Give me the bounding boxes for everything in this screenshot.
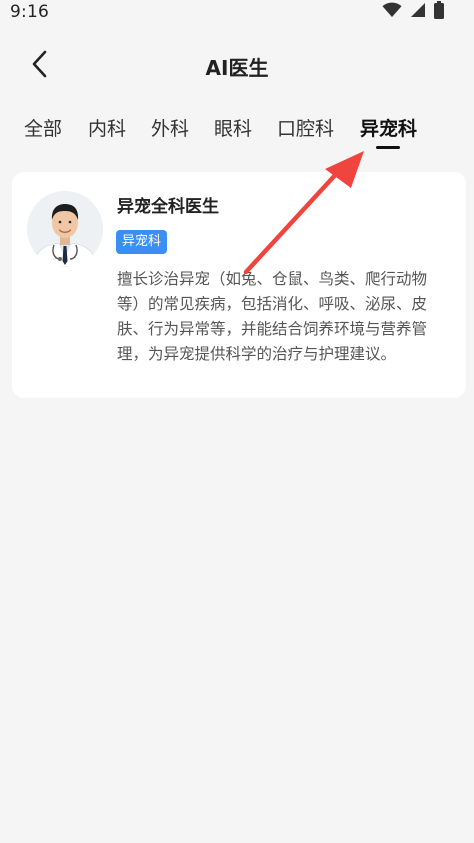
tab-dentistry[interactable]: 口腔科 bbox=[277, 114, 334, 141]
avatar bbox=[27, 191, 103, 267]
category-tabs: 全部 内科 外科 眼科 口腔科 异宠科 bbox=[0, 110, 474, 154]
tab-all[interactable]: 全部 bbox=[24, 114, 62, 141]
screen: 9:16 AI医生 全部 内科 外科 眼科 口腔科 异宠科 异宠全科医生 异宠科… bbox=[0, 0, 474, 843]
doctor-name: 异宠全科医生 bbox=[117, 197, 219, 217]
battery-icon bbox=[434, 1, 444, 23]
header: AI医生 bbox=[0, 42, 474, 90]
doctor-description: 擅长诊治异宠（如兔、仓鼠、鸟类、爬行动物等）的常见疾病，包括消化、呼吸、泌尿、皮… bbox=[117, 270, 428, 363]
department-badge: 异宠科 bbox=[116, 230, 168, 254]
status-bar: 9:16 bbox=[0, 0, 474, 24]
tab-internal-medicine[interactable]: 内科 bbox=[88, 114, 126, 141]
status-icons bbox=[382, 1, 444, 23]
tab-surgery[interactable]: 外科 bbox=[151, 114, 189, 141]
tab-exotic-pets[interactable]: 异宠科 bbox=[360, 114, 417, 141]
status-time: 9:16 bbox=[10, 2, 49, 22]
page-title: AI医生 bbox=[205, 56, 269, 80]
active-tab-indicator bbox=[376, 146, 400, 149]
doctor-card[interactable]: 异宠全科医生 异宠科 擅长诊治异宠（如兔、仓鼠、鸟类、爬行动物等）的常见疾病，包… bbox=[12, 172, 466, 398]
tab-ophthalmology[interactable]: 眼科 bbox=[214, 114, 252, 141]
wifi-icon bbox=[382, 2, 402, 22]
signal-icon bbox=[410, 2, 426, 22]
